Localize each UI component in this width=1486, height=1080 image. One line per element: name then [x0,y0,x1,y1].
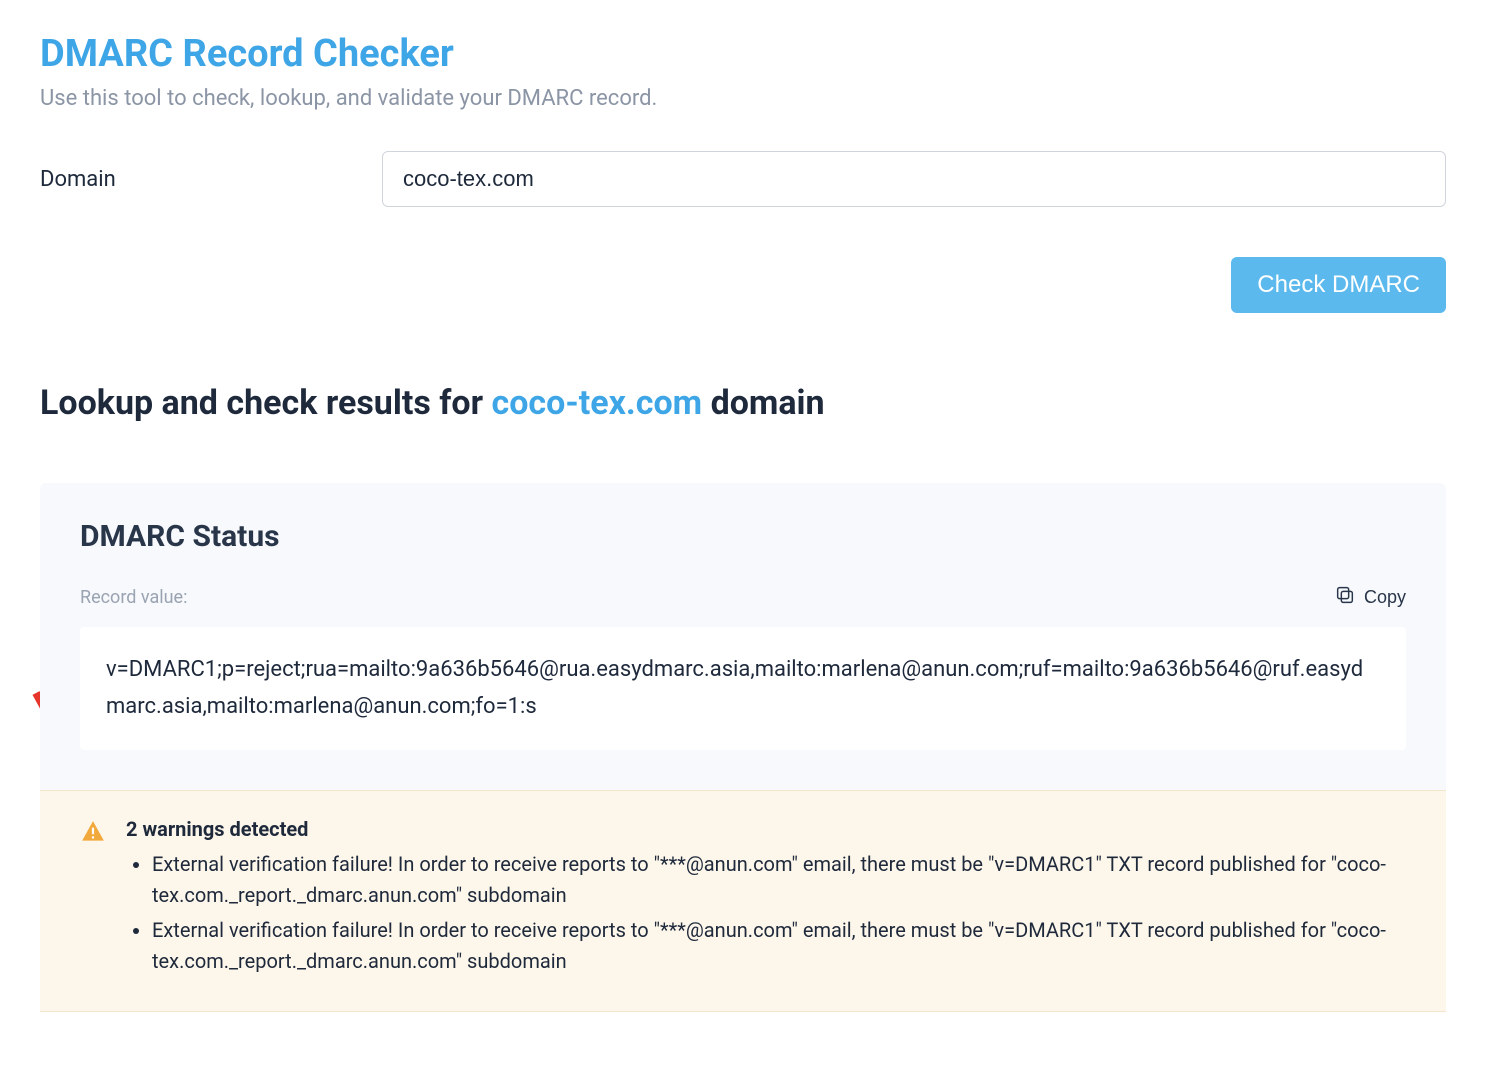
domain-input[interactable] [382,151,1446,207]
record-value-row: Record value: Copy [80,580,1406,615]
page-title: DMARC Record Checker [40,32,1446,76]
status-wrapper: DMARC Status Record value: Copy v=DMARC1… [40,483,1446,1012]
warnings-list: External verification failure! In order … [126,849,1406,977]
dmarc-status-title: DMARC Status [80,519,1406,554]
dmarc-status-card: DMARC Status Record value: Copy v=DMARC1… [40,483,1446,1012]
warning-item: External verification failure! In order … [152,915,1406,977]
check-dmarc-button[interactable]: Check DMARC [1231,257,1446,313]
warning-triangle-icon [80,819,106,981]
record-value-label: Record value: [80,587,187,608]
domain-form-row: Domain [40,151,1446,207]
warnings-body: 2 warnings detected External verificatio… [126,817,1406,981]
results-heading: Lookup and check results for coco-tex.co… [40,383,1446,423]
results-heading-prefix: Lookup and check results for [40,383,492,423]
form-actions: Check DMARC [40,257,1446,313]
copy-button-label: Copy [1364,587,1406,608]
record-value-box: v=DMARC1;p=reject;rua=mailto:9a636b5646@… [80,627,1406,750]
page-subtitle: Use this tool to check, lookup, and vali… [40,86,1446,111]
warnings-card: 2 warnings detected External verificatio… [40,790,1446,1012]
domain-label: Domain [40,167,350,192]
warnings-title: 2 warnings detected [126,817,1406,841]
warning-item: External verification failure! In order … [152,849,1406,911]
copy-button[interactable]: Copy [1334,580,1406,615]
copy-icon [1334,584,1356,611]
results-heading-suffix: domain [702,383,825,423]
results-heading-domain: coco-tex.com [492,383,703,423]
